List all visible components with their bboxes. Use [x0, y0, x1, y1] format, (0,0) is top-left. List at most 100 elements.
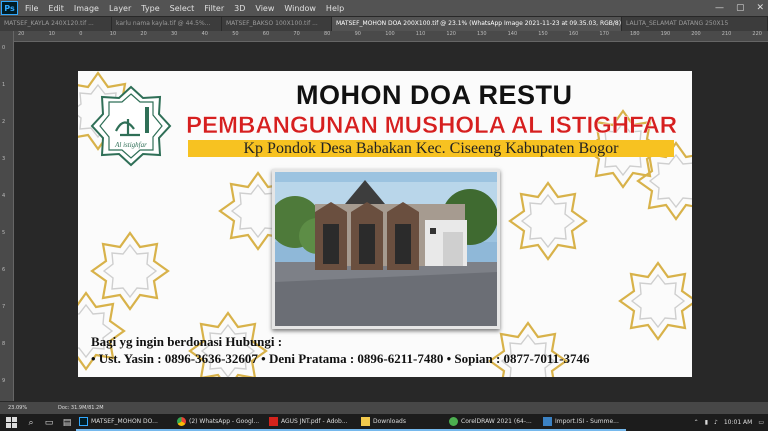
banner-title: MOHON DOA RESTU: [296, 80, 573, 110]
window-controls: — ▢ ✕: [715, 2, 764, 14]
photoshop-icon: [79, 417, 88, 426]
tab-matsef-bakso[interactable]: MATSEF_BAKSO 100X100.tif ...: [222, 17, 332, 31]
tab-label: MATSEF_BAKSO 100X100.tif ...: [226, 20, 318, 27]
document-size[interactable]: Doc: 31.9M/81.2M: [58, 405, 104, 411]
acrobat-icon: [269, 417, 278, 426]
taskbar-app-label: Downloads: [373, 418, 406, 425]
close-button[interactable]: ✕: [756, 2, 764, 14]
tab-label: LALITA_SELAMAT DATANG 250X15: [626, 20, 729, 27]
horizontal-ruler: 20 10 0 10 20 30 40 50 60 70 80 90 100 110 120 130 140 15…: [14, 31, 768, 42]
taskbar-app-chrome[interactable]: (2) WhatsApp - Googl...: [174, 414, 266, 431]
ruler-tick-label: 0: [79, 31, 83, 37]
volume-icon[interactable]: ♪: [714, 419, 718, 426]
ruler-tick-label: 130: [477, 31, 487, 37]
ruler-tick-label: 170: [599, 31, 609, 37]
menu-filter[interactable]: Filter: [199, 4, 229, 13]
ruler-tick-label: 20: [140, 31, 147, 37]
ruler-tick-label: 8: [2, 341, 6, 347]
ruler-tick-label: 4: [2, 193, 6, 199]
tab-label: karlu nama kayla.tif @ 44.5%...: [116, 20, 211, 27]
ruler-tick-label: 100: [385, 31, 395, 37]
maximize-button[interactable]: ▢: [736, 2, 745, 14]
mushola-building-photo: [272, 169, 500, 329]
chrome-icon: [177, 417, 186, 426]
clock[interactable]: 10:01 AM: [724, 419, 752, 426]
taskbar-app-label: MATSEF_MOHON DO...: [91, 418, 158, 425]
photoshop-logo-icon: Ps: [1, 1, 18, 15]
ruler-tick-label: 180: [630, 31, 640, 37]
ruler-tick-label: 20: [18, 31, 25, 37]
minimize-button[interactable]: —: [715, 2, 724, 14]
ruler-tick-label: 6: [2, 267, 6, 273]
notification-icon[interactable]: ▭: [758, 419, 764, 426]
taskbar-app-acrobat[interactable]: AGUS JNT.pdf - Adob...: [266, 414, 358, 431]
ruler-tick-label: 70: [293, 31, 300, 37]
tab-label: MATSEF_KAYLA 240X120.tif ...: [4, 20, 94, 27]
taskbar-app-photoshop[interactable]: MATSEF_MOHON DO...: [76, 414, 174, 431]
ruler-tick-label: 80: [324, 31, 331, 37]
start-button[interactable]: [0, 417, 22, 428]
ruler-tick-label: 0: [2, 45, 6, 51]
ruler-tick-label: 90: [354, 31, 361, 37]
folder-icon: [361, 417, 370, 426]
mushola-logo: Al istighfar: [90, 85, 172, 167]
banner-address: Kp Pondok Desa Babakan Kec. Ciseeng Kabu…: [188, 140, 674, 157]
document-canvas[interactable]: Al istighfar MOHON DOA RESTU PEMBANGUNAN…: [78, 71, 692, 377]
ruler-tick-label: 190: [660, 31, 671, 37]
status-bar: 23.09% Doc: 31.9M/81.2M: [0, 402, 768, 414]
menu-3d[interactable]: 3D: [229, 4, 250, 13]
ruler-tick-label: 9: [2, 378, 6, 384]
ruler-tick-label: 210: [721, 31, 732, 37]
menu-bar: Ps File Edit Image Layer Type Select Fil…: [0, 0, 768, 16]
menu-file[interactable]: File: [20, 4, 43, 13]
ruler-tick-label: 7: [2, 304, 6, 310]
windows-logo-icon: [5, 417, 17, 428]
ruler-tick-label: 5: [2, 230, 6, 236]
tab-matsef-kayla[interactable]: MATSEF_KAYLA 240X120.tif ...: [0, 17, 112, 31]
taskbar-app-label: (2) WhatsApp - Googl...: [189, 418, 260, 425]
banner-subtitle: PEMBANGUNAN MUSHOLA AL ISTIGHFAR: [186, 112, 678, 139]
ruler-tick-label: 10: [48, 31, 55, 37]
file-explorer-icon[interactable]: ▤: [58, 418, 76, 428]
ruler-tick-label: 110: [415, 31, 426, 37]
donation-contacts: • Ust. Yasin : 0896-3636-32607 • Deni Pr…: [91, 351, 590, 366]
ruler-tick-label: 3: [2, 156, 6, 162]
taskbar-app-downloads[interactable]: Downloads: [358, 414, 446, 431]
ruler-tick-label: 160: [568, 31, 579, 37]
task-view-icon[interactable]: ▭: [40, 418, 58, 428]
menu-edit[interactable]: Edit: [43, 4, 69, 13]
tab-lalita-selamat-datang[interactable]: LALITA_SELAMAT DATANG 250X15: [622, 17, 768, 31]
document-tabs: MATSEF_KAYLA 240X120.tif ... karlu nama …: [0, 17, 768, 31]
taskbar-app-editor[interactable]: Import.ISI - Summe...: [540, 414, 626, 431]
tab-label: MATSEF_MOHON DOA 200X100.tif @ 23.1% (Wh…: [336, 20, 622, 27]
taskbar-app-coreldraw[interactable]: CorelDRAW 2021 (64-...: [446, 414, 540, 431]
menu-layer[interactable]: Layer: [104, 4, 136, 13]
logo-caption: Al istighfar: [114, 141, 147, 149]
menu-view[interactable]: View: [250, 4, 279, 13]
menu-window[interactable]: Window: [279, 4, 321, 13]
menu-help[interactable]: Help: [321, 4, 349, 13]
ruler-tick-label: 140: [507, 31, 518, 37]
ruler-tick-label: 30: [171, 31, 178, 37]
taskbar-app-label: AGUS JNT.pdf - Adob...: [281, 418, 348, 425]
ruler-tick-label: 150: [538, 31, 548, 37]
zoom-level[interactable]: 23.09%: [0, 405, 58, 411]
tray-chevron-icon[interactable]: ⌃: [694, 419, 699, 426]
menu-type[interactable]: Type: [136, 4, 164, 13]
donation-heading: Bagi yg ingin berdonasi Hubungi :: [91, 334, 283, 349]
menu-select[interactable]: Select: [165, 4, 200, 13]
coreldraw-icon: [449, 417, 458, 426]
taskbar-app-label: CorelDRAW 2021 (64-...: [461, 418, 532, 425]
search-icon[interactable]: ⌕: [22, 418, 40, 428]
tab-matsef-mohon-doa[interactable]: MATSEF_MOHON DOA 200X100.tif @ 23.1% (Wh…: [332, 17, 622, 31]
ruler-tick-label: 2: [2, 119, 6, 125]
tab-karlu-nama-kayla[interactable]: karlu nama kayla.tif @ 44.5%...: [112, 17, 222, 31]
ruler-tick-label: 220: [752, 31, 762, 37]
ruler-tick-label: 60: [262, 31, 270, 37]
menu-image[interactable]: Image: [69, 4, 104, 13]
ruler-tick-label: 10: [109, 31, 117, 37]
network-icon[interactable]: ▮: [705, 419, 708, 426]
ruler-tick-label: 200: [691, 31, 701, 37]
windows-taskbar: ⌕ ▭ ▤ MATSEF_MOHON DO... (2) WhatsApp - …: [0, 414, 768, 431]
ruler-tick-label: 40: [201, 31, 208, 37]
